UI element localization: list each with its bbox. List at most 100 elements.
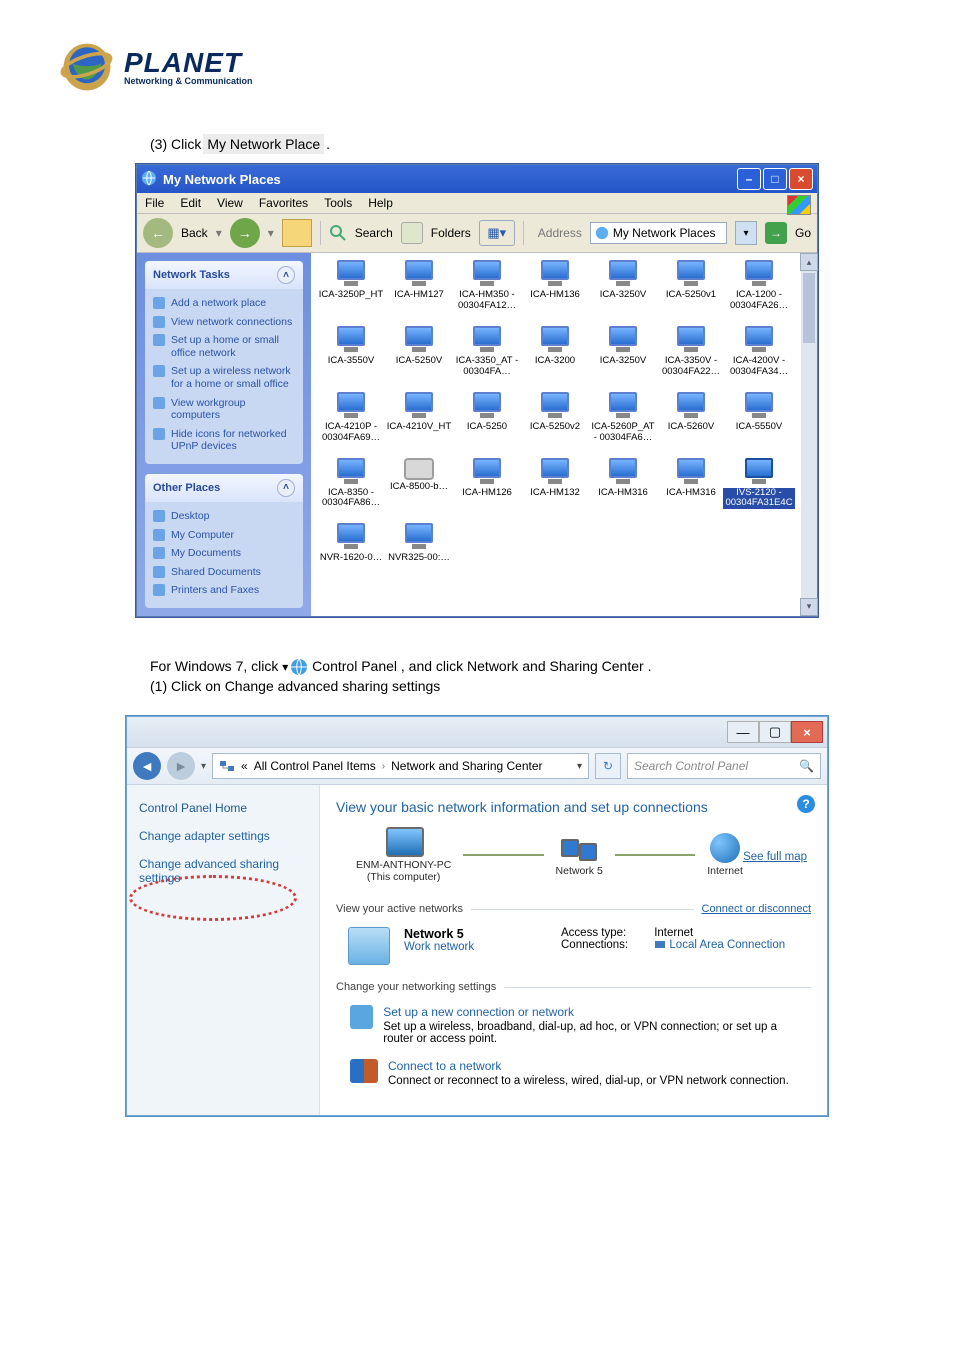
vertical-scrollbar[interactable]: ▴ ▾ [801, 253, 817, 616]
device-label: ICA-3550V [328, 356, 374, 367]
minimize-button[interactable]: — [727, 721, 759, 743]
go-button[interactable]: → [765, 222, 787, 244]
link-setup-new-connection[interactable]: Set up a new connection or network [383, 1005, 574, 1019]
history-dropdown[interactable]: ▾ [201, 761, 206, 772]
device-item[interactable]: ICA-3350_AT - 00304FA… [453, 326, 521, 378]
device-label: ICA-HM136 [530, 290, 580, 301]
device-item[interactable]: ICA-4200V - 00304FA34… [725, 326, 793, 378]
scroll-up-icon[interactable]: ▴ [800, 253, 818, 271]
device-item[interactable]: ICA-HM316 [657, 458, 725, 510]
device-label: ICA-5250v2 [530, 422, 580, 433]
device-item[interactable]: ICA-5250V [385, 326, 453, 378]
menu-view[interactable]: View [217, 196, 243, 210]
crumb-level2[interactable]: Network and Sharing Center [391, 759, 542, 773]
breadcrumb[interactable]: « All Control Panel Items › Network and … [212, 753, 589, 779]
task-setup-home-office[interactable]: Set up a home or small office network [153, 331, 295, 362]
task-add-network-place[interactable]: Add a network place [153, 294, 295, 313]
collapse-icon[interactable]: ˄ [277, 479, 295, 497]
place-shared-documents[interactable]: Shared Documents [153, 563, 295, 582]
device-item[interactable]: ICA-3550V [317, 326, 385, 378]
control-panel-home[interactable]: Control Panel Home [139, 801, 307, 815]
back-button[interactable]: ◄ [133, 752, 161, 780]
crumb-dropdown[interactable]: ▾ [577, 761, 582, 772]
address-label: Address [538, 226, 582, 240]
forward-button[interactable]: ► [167, 752, 195, 780]
link-connect-to-network[interactable]: Connect to a network [388, 1059, 501, 1073]
minimize-button[interactable]: – [737, 168, 761, 190]
menu-edit[interactable]: Edit [180, 196, 201, 210]
device-label: ICA-HM350 - 00304FA12… [453, 290, 521, 312]
link-see-full-map[interactable]: See full map [743, 851, 807, 863]
device-item[interactable]: ICA-HM126 [453, 458, 521, 510]
scroll-thumb[interactable] [803, 273, 815, 343]
device-item[interactable]: ICA-3250V [589, 326, 657, 378]
device-item[interactable]: ICA-HM136 [521, 260, 589, 312]
menu-tools[interactable]: Tools [324, 196, 352, 210]
device-item[interactable]: NVR325-00:… [385, 523, 453, 564]
device-item[interactable]: ICA-3250P_HT [317, 260, 385, 312]
device-label: ICA-HM132 [530, 488, 580, 499]
place-my-documents[interactable]: My Documents [153, 544, 295, 563]
device-item[interactable]: ICA-3350V - 00304FA22… [657, 326, 725, 378]
device-item[interactable]: ICA-8350 - 00304FA86… [317, 458, 385, 510]
menu-file[interactable]: File [145, 196, 164, 210]
place-printers-faxes[interactable]: Printers and Faxes [153, 581, 295, 600]
collapse-icon[interactable]: ˄ [277, 266, 295, 284]
active-network-type[interactable]: Work network [404, 941, 474, 953]
device-item[interactable]: ICA-5250v2 [521, 392, 589, 444]
device-item[interactable]: ICA-5250 [453, 392, 521, 444]
device-item[interactable]: ICA-4210V_HT [385, 392, 453, 444]
network-tasks-panel: Network Tasks ˄ Add a network place View… [145, 261, 303, 464]
maximize-button[interactable]: ▢ [759, 721, 791, 743]
place-my-computer[interactable]: My Computer [153, 526, 295, 545]
help-icon[interactable]: ? [797, 795, 815, 813]
menu-favorites[interactable]: Favorites [259, 196, 308, 210]
task-hide-upnp[interactable]: Hide icons for networked UPnP devices [153, 425, 295, 456]
window-titlebar: My Network Places – □ × [137, 165, 817, 193]
other-places-panel: Other Places ˄ Desktop My Computer My Do… [145, 474, 303, 608]
device-item[interactable]: ICA-3200 [521, 326, 589, 378]
device-item[interactable]: ICA-HM316 [589, 458, 657, 510]
device-item[interactable]: ICA-5250v1 [657, 260, 725, 312]
device-monitor-icon [674, 326, 708, 354]
device-item[interactable]: IVS-2120 - 00304FA31E4C [725, 458, 793, 510]
task-view-workgroup[interactable]: View workgroup computers [153, 394, 295, 425]
search-button[interactable]: Search [355, 226, 393, 240]
setup-connection-icon [350, 1005, 373, 1029]
refresh-button[interactable]: ↻ [595, 753, 621, 779]
folders-button[interactable]: Folders [431, 226, 471, 240]
device-item[interactable]: ICA-8500-b… [385, 458, 453, 510]
address-dropdown[interactable]: ▾ [735, 221, 757, 245]
device-item[interactable]: ICA-1200 - 00304FA26… [725, 260, 793, 312]
link-connect-disconnect[interactable]: Connect or disconnect [702, 903, 811, 915]
place-desktop[interactable]: Desktop [153, 507, 295, 526]
device-item[interactable]: ICA-5260P_AT - 00304FA6… [589, 392, 657, 444]
views-button[interactable]: ▦▾ [479, 220, 515, 246]
menu-help[interactable]: Help [368, 196, 393, 210]
device-item[interactable]: ICA-4210P - 00304FA69… [317, 392, 385, 444]
close-button[interactable]: × [789, 168, 813, 190]
scroll-down-icon[interactable]: ▾ [800, 598, 818, 616]
device-label: ICA-HM127 [394, 290, 444, 301]
device-item[interactable]: ICA-HM350 - 00304FA12… [453, 260, 521, 312]
back-button[interactable]: ← [143, 218, 173, 248]
task-setup-wireless[interactable]: Set up a wireless network for a home or … [153, 362, 295, 393]
up-button[interactable] [282, 219, 312, 247]
close-button[interactable]: × [791, 721, 823, 743]
address-field[interactable]: My Network Places [590, 222, 727, 244]
maximize-button[interactable]: □ [763, 168, 787, 190]
device-item[interactable]: ICA-3250V [589, 260, 657, 312]
device-item[interactable]: ICA-5550V [725, 392, 793, 444]
task-view-connections[interactable]: View network connections [153, 313, 295, 332]
link-change-advanced-sharing[interactable]: Change advanced sharing settings [139, 857, 307, 885]
device-item[interactable]: ICA-5260V [657, 392, 725, 444]
device-label: ICA-8350 - 00304FA86… [317, 488, 385, 510]
device-item[interactable]: ICA-HM127 [385, 260, 453, 312]
forward-button[interactable]: → [230, 218, 260, 248]
crumb-level1[interactable]: All Control Panel Items [254, 759, 376, 773]
search-input[interactable]: Search Control Panel 🔍 [627, 753, 821, 779]
device-item[interactable]: NVR-1620-0… [317, 523, 385, 564]
link-local-area-connection[interactable]: Local Area Connection [669, 939, 785, 951]
link-change-adapter-settings[interactable]: Change adapter settings [139, 829, 307, 843]
device-item[interactable]: ICA-HM132 [521, 458, 589, 510]
